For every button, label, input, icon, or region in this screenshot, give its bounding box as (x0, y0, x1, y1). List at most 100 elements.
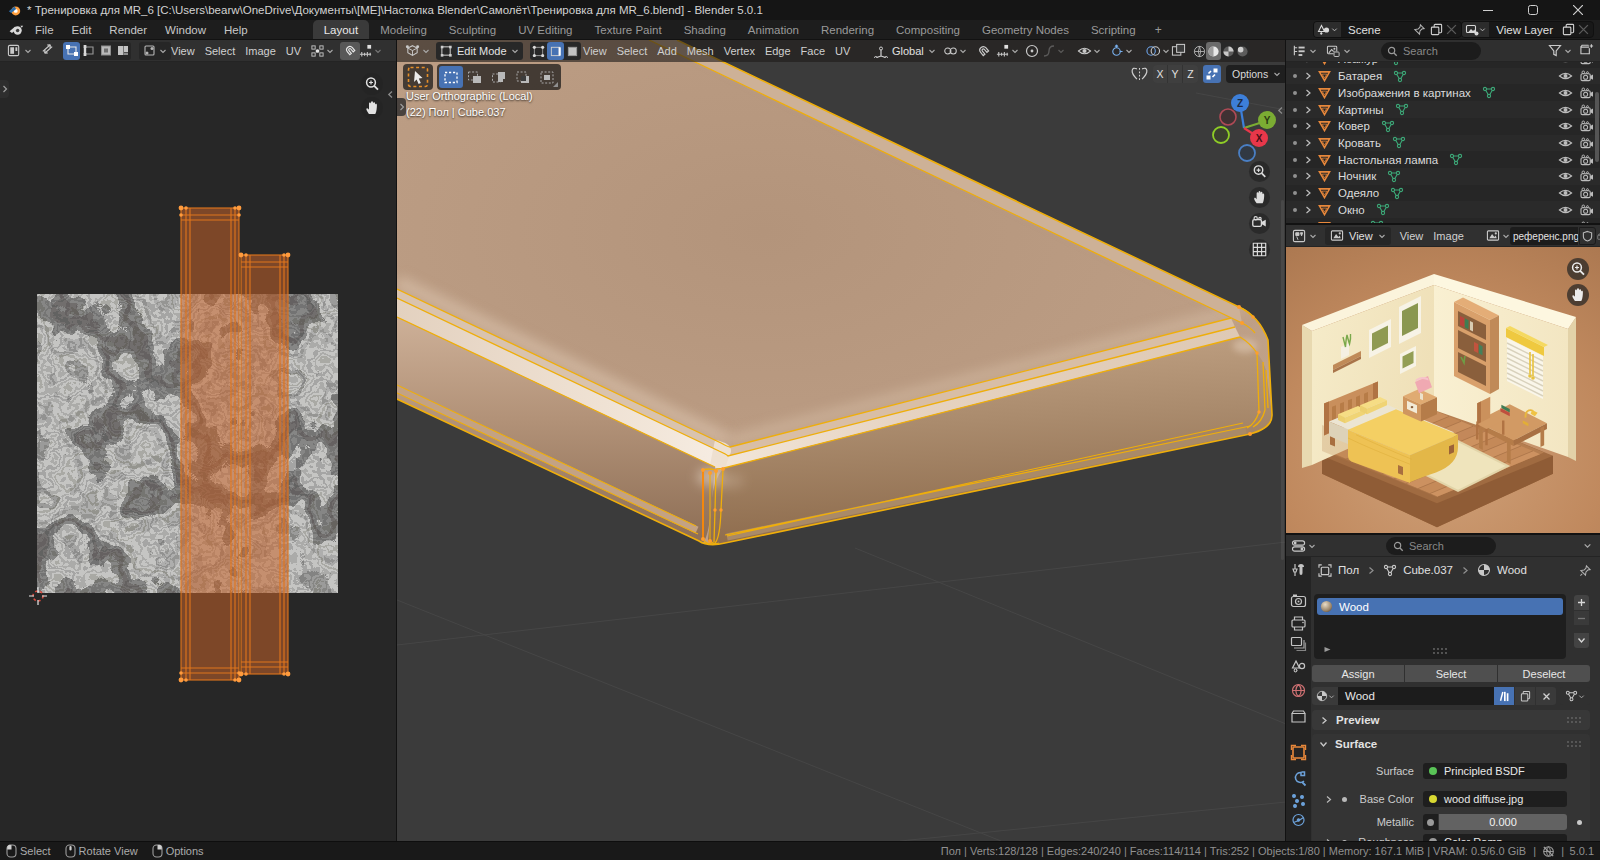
animate-dot[interactable] (1577, 820, 1582, 825)
copy-material-button[interactable] (1515, 687, 1535, 705)
expand-chevron-icon[interactable] (1304, 139, 1312, 147)
vp-toolbar-expand-arrow[interactable] (397, 98, 406, 116)
node-tree-filter-dropdown[interactable] (1560, 687, 1590, 705)
hide-in-viewport-toggle[interactable] (1558, 120, 1573, 132)
uv-menu-view[interactable]: View (166, 45, 200, 57)
blender-app-menu-icon[interactable] (8, 24, 24, 37)
uv-zoom-button[interactable] (360, 72, 384, 99)
img-menu-image[interactable]: Image (1428, 230, 1469, 242)
uv-pivot-dropdown[interactable] (310, 44, 334, 58)
view-layer-selector[interactable]: View Layer (1461, 21, 1594, 38)
outliner-scrollbar[interactable] (1595, 92, 1599, 162)
active-tool-tweak[interactable] (403, 64, 433, 90)
hide-in-viewport-toggle[interactable] (1558, 204, 1573, 216)
breadcrumb-object-name[interactable]: Пол (1338, 564, 1359, 576)
expand-chevron-icon[interactable] (1304, 89, 1312, 97)
tab-physics-icon[interactable] (1293, 815, 1304, 826)
workspace-tab-animation[interactable]: Animation (737, 20, 810, 40)
disable-in-renders-toggle[interactable] (1580, 204, 1594, 216)
shading-solid-button[interactable] (1206, 42, 1221, 60)
tool-select-extend[interactable] (463, 66, 487, 88)
properties-options-chevron[interactable] (1583, 541, 1592, 550)
uv-menu-image[interactable]: Image (240, 45, 281, 57)
workspace-tab-modeling[interactable]: Modeling (369, 20, 438, 40)
uv-menu-uv[interactable]: UV (281, 45, 306, 57)
outliner-row[interactable]: Одеяло (1286, 185, 1600, 202)
viewport-3d-area[interactable]: Edit Mode View Select Add Mesh Vertex Ed… (397, 40, 1285, 841)
pin-icon[interactable] (1579, 564, 1592, 577)
disable-in-renders-toggle[interactable] (1580, 221, 1594, 223)
show-object-types-dropdown[interactable] (1077, 44, 1101, 58)
mode-dropdown[interactable]: Edit Mode (436, 42, 523, 60)
menu-help[interactable]: Help (215, 20, 257, 40)
preview-panel-header[interactable]: Preview (1312, 710, 1590, 730)
vp-menu-edge[interactable]: Edge (760, 45, 796, 57)
uv-region-collapse-arrow[interactable] (387, 88, 394, 102)
outliner-row[interactable]: Батарея (1286, 68, 1600, 85)
outliner-row[interactable]: Окно (1286, 201, 1600, 218)
workspace-tab-texture-paint[interactable]: Texture Paint (584, 20, 673, 40)
img-menu-view[interactable]: View (1395, 230, 1429, 242)
breadcrumb-material-name[interactable]: Wood (1497, 564, 1527, 576)
vp-sidebar-arrow[interactable] (1277, 104, 1284, 118)
vp-menu-mesh[interactable]: Mesh (682, 45, 719, 57)
uv-snap-toggle[interactable] (340, 42, 360, 60)
close-button[interactable] (1555, 0, 1600, 20)
expand-chevron-icon[interactable] (1304, 172, 1312, 180)
assign-button[interactable]: Assign (1312, 665, 1404, 682)
expand-chevron-icon[interactable] (1304, 206, 1312, 214)
hide-in-viewport-toggle[interactable] (1558, 154, 1573, 166)
plank-mesh[interactable] (397, 40, 1272, 545)
tab-collection-icon[interactable] (1292, 711, 1305, 722)
shading-wireframe-button[interactable] (1192, 42, 1206, 60)
options-dropdown[interactable]: Options (1226, 65, 1285, 83)
outliner-search-box[interactable]: Search (1381, 42, 1481, 60)
material-slot-active[interactable]: Wood (1317, 598, 1563, 615)
menu-window[interactable]: Window (156, 20, 215, 40)
vp-menu-select[interactable]: Select (612, 45, 653, 57)
vp-menu-uv[interactable]: UV (830, 45, 855, 57)
disable-in-renders-toggle[interactable] (1580, 137, 1594, 149)
menu-edit[interactable]: Edit (63, 20, 101, 40)
browse-material-dropdown[interactable] (1312, 687, 1338, 705)
tab-view-layer-icon[interactable] (1292, 638, 1306, 651)
vp-zoom-button[interactable] (1248, 160, 1271, 183)
copy-view-layer-icon[interactable] (1562, 23, 1575, 36)
tool-select-invert[interactable] (511, 66, 535, 88)
tab-output-icon[interactable] (1292, 617, 1305, 630)
uv-toolbar-expand-arrow[interactable] (0, 80, 9, 98)
image-name-field[interactable]: референс.png (1510, 227, 1578, 245)
object-name-label[interactable]: Изображения в картинах (1338, 87, 1471, 99)
uv-menu-select[interactable]: Select (200, 45, 241, 57)
xray-toggle[interactable] (1171, 43, 1186, 60)
object-name-label[interactable]: Окно (1338, 204, 1365, 216)
base-color-value-button[interactable]: wood diffuse.jpg (1423, 791, 1567, 807)
view-layer-icon[interactable] (1462, 22, 1489, 37)
expand-chevron-icon[interactable] (1304, 189, 1312, 197)
expand-chevron-icon[interactable] (1304, 156, 1312, 164)
unlink-material-button[interactable] (1536, 687, 1556, 705)
disable-in-renders-toggle[interactable] (1580, 87, 1594, 99)
viewport-editor-type-dropdown[interactable] (405, 44, 430, 58)
object-name-label[interactable]: Одеяло (1338, 187, 1379, 199)
hide-in-viewport-toggle[interactable] (1558, 221, 1573, 223)
network-offline-icon[interactable] (1542, 845, 1555, 858)
disable-in-renders-toggle[interactable] (1580, 70, 1594, 82)
workspace-tab-shading[interactable]: Shading (673, 20, 737, 40)
scene-name[interactable]: Scene (1341, 24, 1411, 36)
tab-render-icon[interactable] (1292, 595, 1306, 607)
uv-sync-selection-toggle[interactable] (40, 42, 55, 59)
vp-menu-vertex[interactable]: Vertex (719, 45, 760, 57)
shading-material-button[interactable] (1221, 42, 1235, 60)
mirror-x-button[interactable]: X (1153, 65, 1168, 83)
vp-camera-view-button[interactable] (1248, 212, 1271, 235)
tool-select-intersect[interactable] (535, 66, 559, 88)
hide-in-viewport-toggle[interactable] (1558, 137, 1573, 149)
metallic-node-chip[interactable] (1423, 814, 1438, 830)
expand-chevron-icon[interactable] (1304, 106, 1312, 114)
vp-pan-button[interactable] (1248, 186, 1271, 209)
object-name-label[interactable]: Кровать (1338, 137, 1381, 149)
scene-icon[interactable] (1314, 22, 1341, 37)
maximize-button[interactable] (1510, 0, 1555, 20)
proportional-editing-toggle[interactable] (1025, 44, 1065, 58)
